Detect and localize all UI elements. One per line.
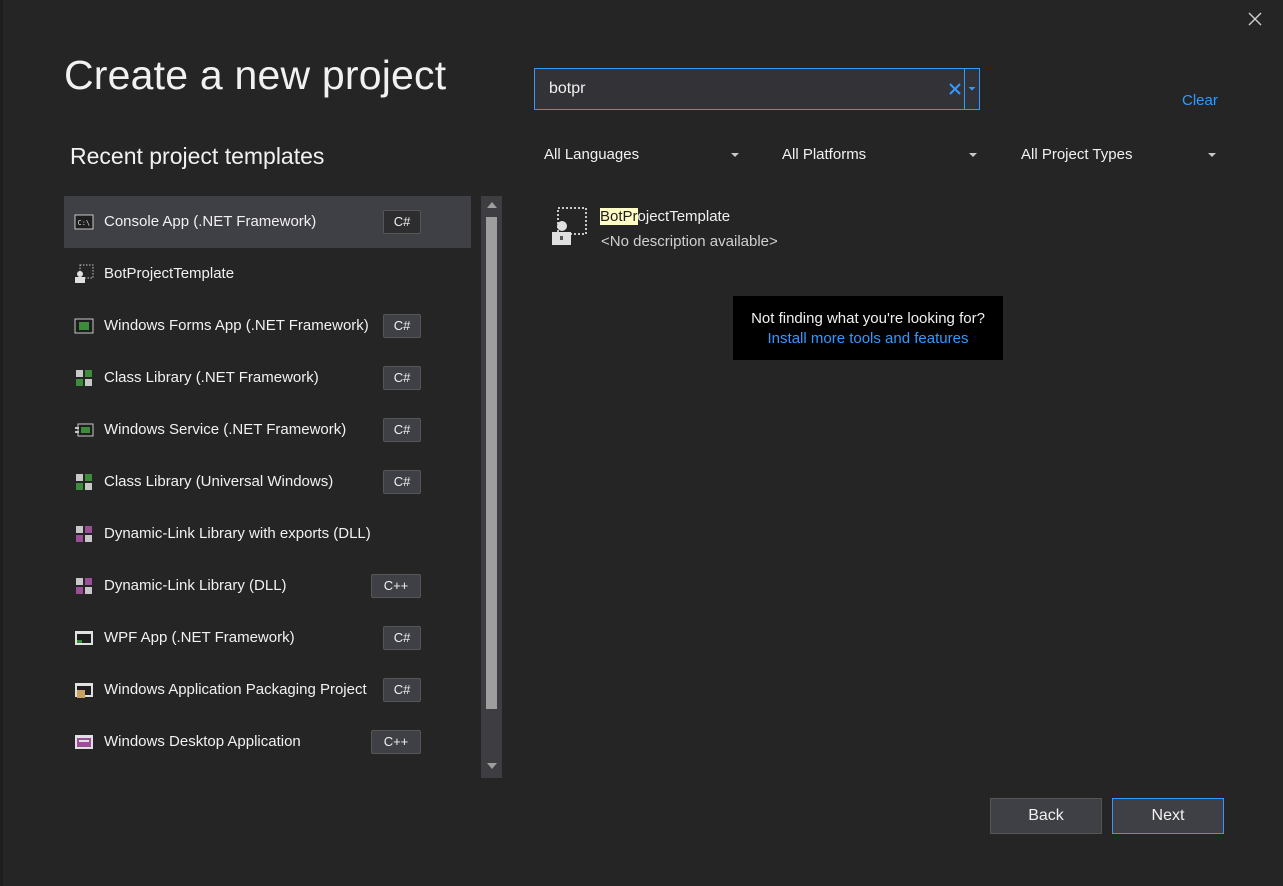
search-dropdown-icon[interactable] — [965, 69, 979, 109]
recent-template-item[interactable]: Windows Forms App (.NET Framework) C# — [64, 300, 471, 352]
template-name: Windows Service (.NET Framework) — [104, 421, 347, 438]
language-badge: C++ — [371, 574, 421, 598]
language-filter-label: All Languages — [544, 146, 640, 163]
windows-forms-icon — [74, 318, 94, 334]
template-name: Class Library (.NET Framework) — [104, 369, 319, 386]
chevron-down-icon — [731, 153, 739, 157]
search-box[interactable] — [534, 68, 980, 110]
scroll-up-icon[interactable] — [487, 202, 497, 208]
recent-template-item[interactable]: Class Library (.NET Framework) C# — [64, 352, 471, 404]
bot-template-icon — [75, 264, 94, 283]
install-more-tools-link[interactable]: Install more tools and features — [733, 330, 1003, 347]
platform-filter-label: All Platforms — [782, 146, 867, 163]
language-badge: C# — [383, 418, 421, 442]
search-input[interactable] — [549, 78, 941, 100]
template-name: Class Library (Universal Windows) — [104, 473, 334, 490]
recent-template-item[interactable]: WPF App (.NET Framework) C# — [64, 612, 471, 664]
language-badge: C# — [383, 314, 421, 338]
search-match-highlight: BotPr — [600, 208, 638, 225]
language-badge: C++ — [371, 730, 421, 754]
recent-list-scrollbar[interactable] — [481, 196, 502, 778]
project-type-filter-dropdown[interactable]: All Project Types — [1011, 140, 1223, 170]
template-name: Windows Application Packaging Project — [104, 681, 367, 698]
recent-template-item[interactable]: BotProjectTemplate — [64, 248, 471, 300]
bot-template-icon — [552, 207, 587, 245]
language-badge: C# — [383, 366, 421, 390]
svg-text:C:\: C:\ — [78, 219, 91, 227]
dll-exports-icon — [76, 526, 92, 542]
back-button[interactable]: Back — [990, 798, 1102, 834]
class-library-uwp-icon — [76, 474, 92, 490]
recent-template-item[interactable]: Dynamic-Link Library with exports (DLL) — [64, 508, 471, 560]
packaging-project-icon — [75, 683, 93, 698]
not-finding-panel: Not finding what you're looking for? Ins… — [733, 296, 1003, 360]
not-finding-text: Not finding what you're looking for? — [751, 310, 985, 327]
recent-template-item[interactable]: Dynamic-Link Library (DLL) C++ — [64, 560, 471, 612]
close-icon[interactable] — [1244, 8, 1266, 30]
next-button[interactable]: Next — [1112, 798, 1224, 834]
result-description: <No description available> — [601, 233, 778, 250]
language-badge: C# — [383, 626, 421, 650]
recent-templates-list: C:\ Console App (.NET Framework) C# BotP… — [64, 196, 472, 780]
console-app-icon: C:\ — [74, 214, 94, 230]
scroll-down-icon[interactable] — [487, 763, 497, 769]
wpf-app-icon — [75, 631, 93, 645]
recent-templates-heading: Recent project templates — [70, 143, 325, 169]
recent-template-item[interactable]: C:\ Console App (.NET Framework) C# — [64, 196, 471, 248]
recent-template-item[interactable]: Windows Desktop Application C++ — [64, 716, 471, 768]
template-name: BotProjectTemplate — [104, 265, 235, 282]
chevron-down-icon — [1208, 153, 1216, 157]
desktop-app-icon — [75, 735, 93, 749]
recent-template-item[interactable]: Windows Application Packaging Project C# — [64, 664, 471, 716]
template-name: Dynamic-Link Library (DLL) — [104, 577, 287, 594]
recent-template-item[interactable]: Class Library (Universal Windows) C# — [64, 456, 471, 508]
template-name: Dynamic-Link Library with exports (DLL) — [104, 525, 371, 542]
clear-search-icon[interactable] — [945, 78, 965, 100]
language-badge: C# — [383, 678, 421, 702]
dll-icon — [76, 578, 92, 594]
recent-template-item[interactable]: Windows Service (.NET Framework) C# — [64, 404, 471, 456]
language-filter-dropdown[interactable]: All Languages — [534, 140, 744, 170]
template-name: Windows Desktop Application — [104, 733, 301, 750]
scrollbar-thumb[interactable] — [486, 217, 497, 709]
platform-filter-dropdown[interactable]: All Platforms — [772, 140, 984, 170]
page-title: Create a new project — [64, 52, 447, 98]
template-name: Windows Forms App (.NET Framework) — [104, 317, 369, 334]
result-name: BotProjectTemplate — [600, 208, 730, 225]
windows-service-icon — [75, 423, 94, 437]
window-edge — [0, 0, 3, 886]
project-type-filter-label: All Project Types — [1021, 146, 1133, 163]
class-library-icon — [76, 370, 92, 386]
search-result-item[interactable]: BotProjectTemplate <No description avail… — [548, 200, 968, 260]
template-name: Console App (.NET Framework) — [104, 213, 317, 230]
chevron-down-icon — [969, 153, 977, 157]
result-name-rest: ojectTemplate — [637, 208, 731, 225]
language-badge: C# — [383, 210, 421, 234]
clear-filters-link[interactable]: Clear — [1182, 92, 1218, 109]
template-name: WPF App (.NET Framework) — [104, 629, 295, 646]
language-badge: C# — [383, 470, 421, 494]
